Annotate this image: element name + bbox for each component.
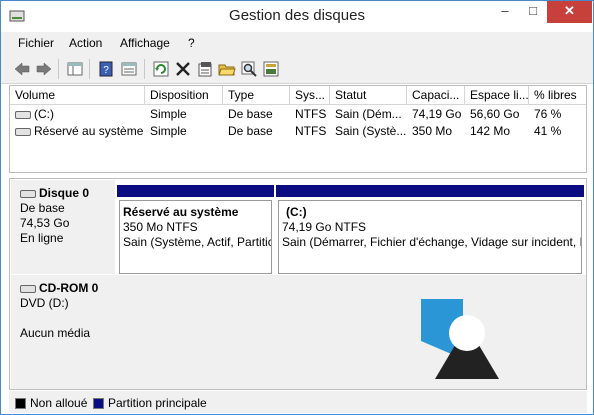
- volume-status: Sain (Systè...: [335, 124, 407, 138]
- cdrom-0-label[interactable]: CD-ROM 0 DVD (D:) Aucun média: [11, 275, 115, 389]
- menu-help[interactable]: ?: [188, 36, 195, 50]
- volume-name: (C:): [34, 107, 54, 121]
- disk-properties-icon[interactable]: [262, 60, 280, 78]
- column-header-status[interactable]: Statut: [330, 86, 407, 105]
- volume-type: De base: [228, 107, 273, 121]
- properties-icon[interactable]: [196, 60, 214, 78]
- disk-size: 74,53 Go: [20, 216, 70, 230]
- column-header-capacity[interactable]: Capaci...: [407, 86, 465, 105]
- volume-filesystem: NTFS: [295, 124, 327, 138]
- console-tree-icon[interactable]: [66, 60, 84, 78]
- menu-affichage[interactable]: Affichage: [120, 36, 170, 50]
- partition-name: (C:): [286, 205, 307, 219]
- column-header-disposition[interactable]: Disposition: [145, 86, 223, 105]
- maximize-button[interactable]: □: [519, 1, 547, 23]
- menu-action[interactable]: Action: [69, 36, 102, 50]
- volume-disposition: Simple: [150, 107, 187, 121]
- disk-management-window: Gestion des disques – □ ✕ Fichier Action…: [0, 0, 594, 415]
- forward-arrow-icon[interactable]: [35, 60, 53, 78]
- disk-status: En ligne: [20, 231, 64, 245]
- toolbar: ?: [1, 54, 593, 84]
- volume-list: Volume Disposition Type Sys... Statut Ca…: [9, 85, 587, 173]
- volume-capacity: 350 Mo: [412, 124, 453, 138]
- drive-icon: [15, 127, 31, 136]
- volume-list-header: Volume Disposition Type Sys... Statut Ca…: [10, 86, 586, 105]
- partition-c-drive[interactable]: (C:) 74,19 Go NTFS Sain (Démarrer, Fichi…: [276, 185, 584, 276]
- back-arrow-icon[interactable]: [13, 60, 31, 78]
- disk-name: Disque 0: [39, 186, 90, 200]
- show-pane-icon[interactable]: [120, 60, 138, 78]
- menu-fichier[interactable]: Fichier: [18, 36, 54, 50]
- legend-swatch: [93, 398, 104, 409]
- toolbar-separator: [144, 59, 145, 79]
- partition-name: Réservé au système: [123, 205, 239, 219]
- column-header-percent-free[interactable]: % libres: [529, 86, 586, 105]
- partition-bar: [117, 185, 274, 197]
- volume-percent-free: 41 %: [534, 124, 562, 138]
- disk-status: Aucun média: [20, 326, 91, 340]
- legend-bar: Non alloué Partition principale: [9, 391, 587, 413]
- hard-disk-icon: [20, 189, 36, 198]
- volume-status: Sain (Dém...: [335, 107, 402, 121]
- column-header-type[interactable]: Type: [223, 86, 290, 105]
- volume-free-space: 142 Mo: [470, 124, 511, 138]
- close-button[interactable]: ✕: [547, 1, 592, 23]
- minimize-button[interactable]: –: [491, 1, 519, 23]
- partition-size-fs: 74,19 Go NTFS: [282, 220, 367, 234]
- partition-status: Sain (Système, Actif, Partitic: [123, 235, 272, 249]
- legend-unallocated: Non alloué: [15, 396, 87, 410]
- column-header-volume[interactable]: Volume: [10, 86, 145, 105]
- column-header-free-space[interactable]: Espace li...: [465, 86, 529, 105]
- help-book-icon[interactable]: ?: [97, 60, 115, 78]
- search-icon[interactable]: [240, 60, 258, 78]
- svg-text:?: ?: [103, 65, 109, 76]
- menu-bar: Fichier Action Affichage ?: [1, 32, 593, 54]
- partition-bar: [276, 185, 584, 197]
- refresh-icon[interactable]: [152, 60, 170, 78]
- partition-size-fs: 350 Mo NTFS: [123, 220, 198, 234]
- title-bar[interactable]: Gestion des disques – □ ✕: [1, 1, 593, 31]
- open-folder-icon[interactable]: [218, 60, 236, 78]
- partition-status: Sain (Démarrer, Fichier d'échange, Vidag…: [282, 235, 582, 249]
- toolbar-separator: [58, 59, 59, 79]
- volume-capacity: 74,19 Go: [412, 107, 462, 121]
- toolbar-separator: [89, 59, 90, 79]
- volume-percent-free: 76 %: [534, 107, 562, 121]
- table-row[interactable]: Réservé au système Simple De base NTFS S…: [10, 123, 586, 140]
- legend-primary-partition: Partition principale: [93, 396, 207, 410]
- table-row[interactable]: (C:) Simple De base NTFS Sain (Dém... 74…: [10, 106, 586, 123]
- volume-name: Réservé au système: [34, 124, 144, 138]
- volume-disposition: Simple: [150, 124, 187, 138]
- disk-0-label[interactable]: Disque 0 De base 74,53 Go En ligne: [11, 180, 115, 274]
- partition-system-reserved[interactable]: Réservé au système 350 Mo NTFS Sain (Sys…: [117, 185, 274, 276]
- delete-x-icon[interactable]: [174, 60, 192, 78]
- legend-swatch: [15, 398, 26, 409]
- volume-type: De base: [228, 124, 273, 138]
- drive-icon: [15, 110, 31, 119]
- column-header-filesystem[interactable]: Sys...: [290, 86, 330, 105]
- volume-free-space: 56,60 Go: [470, 107, 520, 121]
- cdrom-icon: [20, 284, 36, 293]
- disk-type: DVD (D:): [20, 296, 69, 310]
- watermark-logo: [421, 299, 499, 379]
- disk-name: CD-ROM 0: [39, 281, 99, 295]
- volume-filesystem: NTFS: [295, 107, 327, 121]
- disk-type: De base: [20, 201, 65, 215]
